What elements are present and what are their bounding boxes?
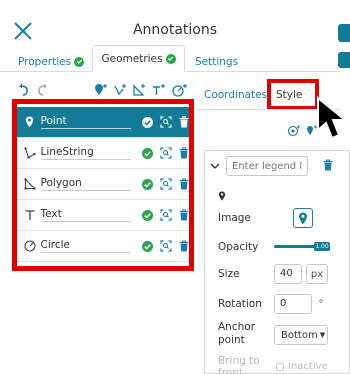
geometry-row-polygon[interactable]: Polygon <box>17 169 189 200</box>
anchor-label-line2: point <box>218 334 245 346</box>
geometry-label[interactable]: Circle <box>40 239 131 253</box>
inactive-checkbox[interactable] <box>276 363 284 371</box>
polygon-icon <box>21 178 39 190</box>
check-circle-icon <box>142 178 153 190</box>
geometry-label[interactable]: Text <box>40 208 131 222</box>
circle-icon <box>21 240 39 252</box>
trash-icon[interactable] <box>179 240 189 252</box>
check-circle-icon <box>142 240 153 252</box>
cursor-arrow-icon <box>317 96 348 140</box>
geometry-row-text[interactable]: Text <box>17 200 189 231</box>
style-highlight-box <box>267 79 319 110</box>
geometry-label[interactable]: Polygon <box>40 177 131 191</box>
check-circle-icon <box>165 53 176 64</box>
trash-icon[interactable] <box>179 116 189 128</box>
add-circle-icon[interactable] <box>172 83 188 97</box>
rotation-label: Rotation <box>218 298 262 310</box>
tab-label: Properties <box>18 55 72 68</box>
geometry-row-point[interactable]: Point <box>17 107 189 138</box>
anchor-select-value: Bottom <box>281 329 318 341</box>
check-circle-icon <box>142 147 153 159</box>
zoom-to-icon[interactable] <box>160 116 172 128</box>
image-label: Image <box>218 212 251 224</box>
undo-icon[interactable] <box>18 83 30 97</box>
bring-to-front-label-line2: front <box>218 367 243 374</box>
geometry-row-circle[interactable]: Circle <box>17 231 189 262</box>
trash-icon[interactable] <box>179 178 189 190</box>
anchor-select[interactable]: Bottom ▼ <box>274 325 328 345</box>
size-input[interactable]: 40 <box>274 264 302 284</box>
bring-to-front-label-line1: Bring to <box>218 355 260 367</box>
image-picker-button[interactable] <box>293 208 313 228</box>
map-marker-icon <box>21 116 39 128</box>
trash-icon[interactable] <box>179 209 189 221</box>
trash-icon[interactable] <box>179 147 189 159</box>
add-icon[interactable] <box>338 52 350 68</box>
size-unit[interactable]: px <box>306 264 328 284</box>
trash-icon[interactable] <box>323 159 333 171</box>
map-marker-icon <box>299 212 307 224</box>
geometry-row-linestring[interactable]: LineString <box>17 138 189 169</box>
anchor-label-line1: Anchor <box>218 321 256 333</box>
tab-properties[interactable]: Properties <box>18 51 85 72</box>
inactive-label: Inactive <box>288 361 328 372</box>
opacity-label: Opacity <box>218 241 259 253</box>
add-style-icon[interactable] <box>287 125 301 137</box>
check-circle-icon <box>142 209 153 221</box>
zoom-to-icon[interactable] <box>160 240 172 252</box>
opacity-slider-thumb[interactable]: 1.00 <box>314 242 330 251</box>
check-circle-icon <box>142 116 153 128</box>
caret-down-icon: ▼ <box>319 331 326 339</box>
add-linestring-icon[interactable] <box>113 83 127 97</box>
add-point-icon[interactable] <box>94 83 108 97</box>
rotation-input[interactable]: 0 <box>274 294 312 314</box>
add-polygon-icon[interactable] <box>132 83 146 97</box>
map-marker-icon <box>218 191 226 201</box>
add-marker-style-icon[interactable] <box>306 125 318 137</box>
subtab-coordinates[interactable]: Coordinates <box>204 89 267 101</box>
legend-input[interactable] <box>226 156 308 176</box>
tab-geometries[interactable]: Geometries <box>92 45 185 72</box>
zoom-to-icon[interactable] <box>160 147 172 159</box>
geometry-label[interactable]: LineString <box>40 146 131 160</box>
linestring-icon <box>21 147 39 159</box>
geometry-label[interactable]: Point <box>40 115 131 129</box>
tab-label: Geometries <box>101 52 163 65</box>
add-text-icon[interactable] <box>152 83 166 97</box>
comment-icon[interactable] <box>338 24 350 42</box>
rotation-unit: ° <box>318 298 324 310</box>
zoom-to-icon[interactable] <box>160 178 172 190</box>
tab-settings[interactable]: Settings <box>195 51 238 72</box>
redo-icon[interactable] <box>36 83 48 97</box>
window-title: Annotations <box>132 22 218 38</box>
check-circle-icon <box>74 56 85 67</box>
size-label: Size <box>218 268 240 280</box>
chevron-down-icon[interactable] <box>210 162 220 170</box>
text-icon <box>21 209 39 221</box>
zoom-to-icon[interactable] <box>160 209 172 221</box>
tab-label: Settings <box>195 55 239 68</box>
